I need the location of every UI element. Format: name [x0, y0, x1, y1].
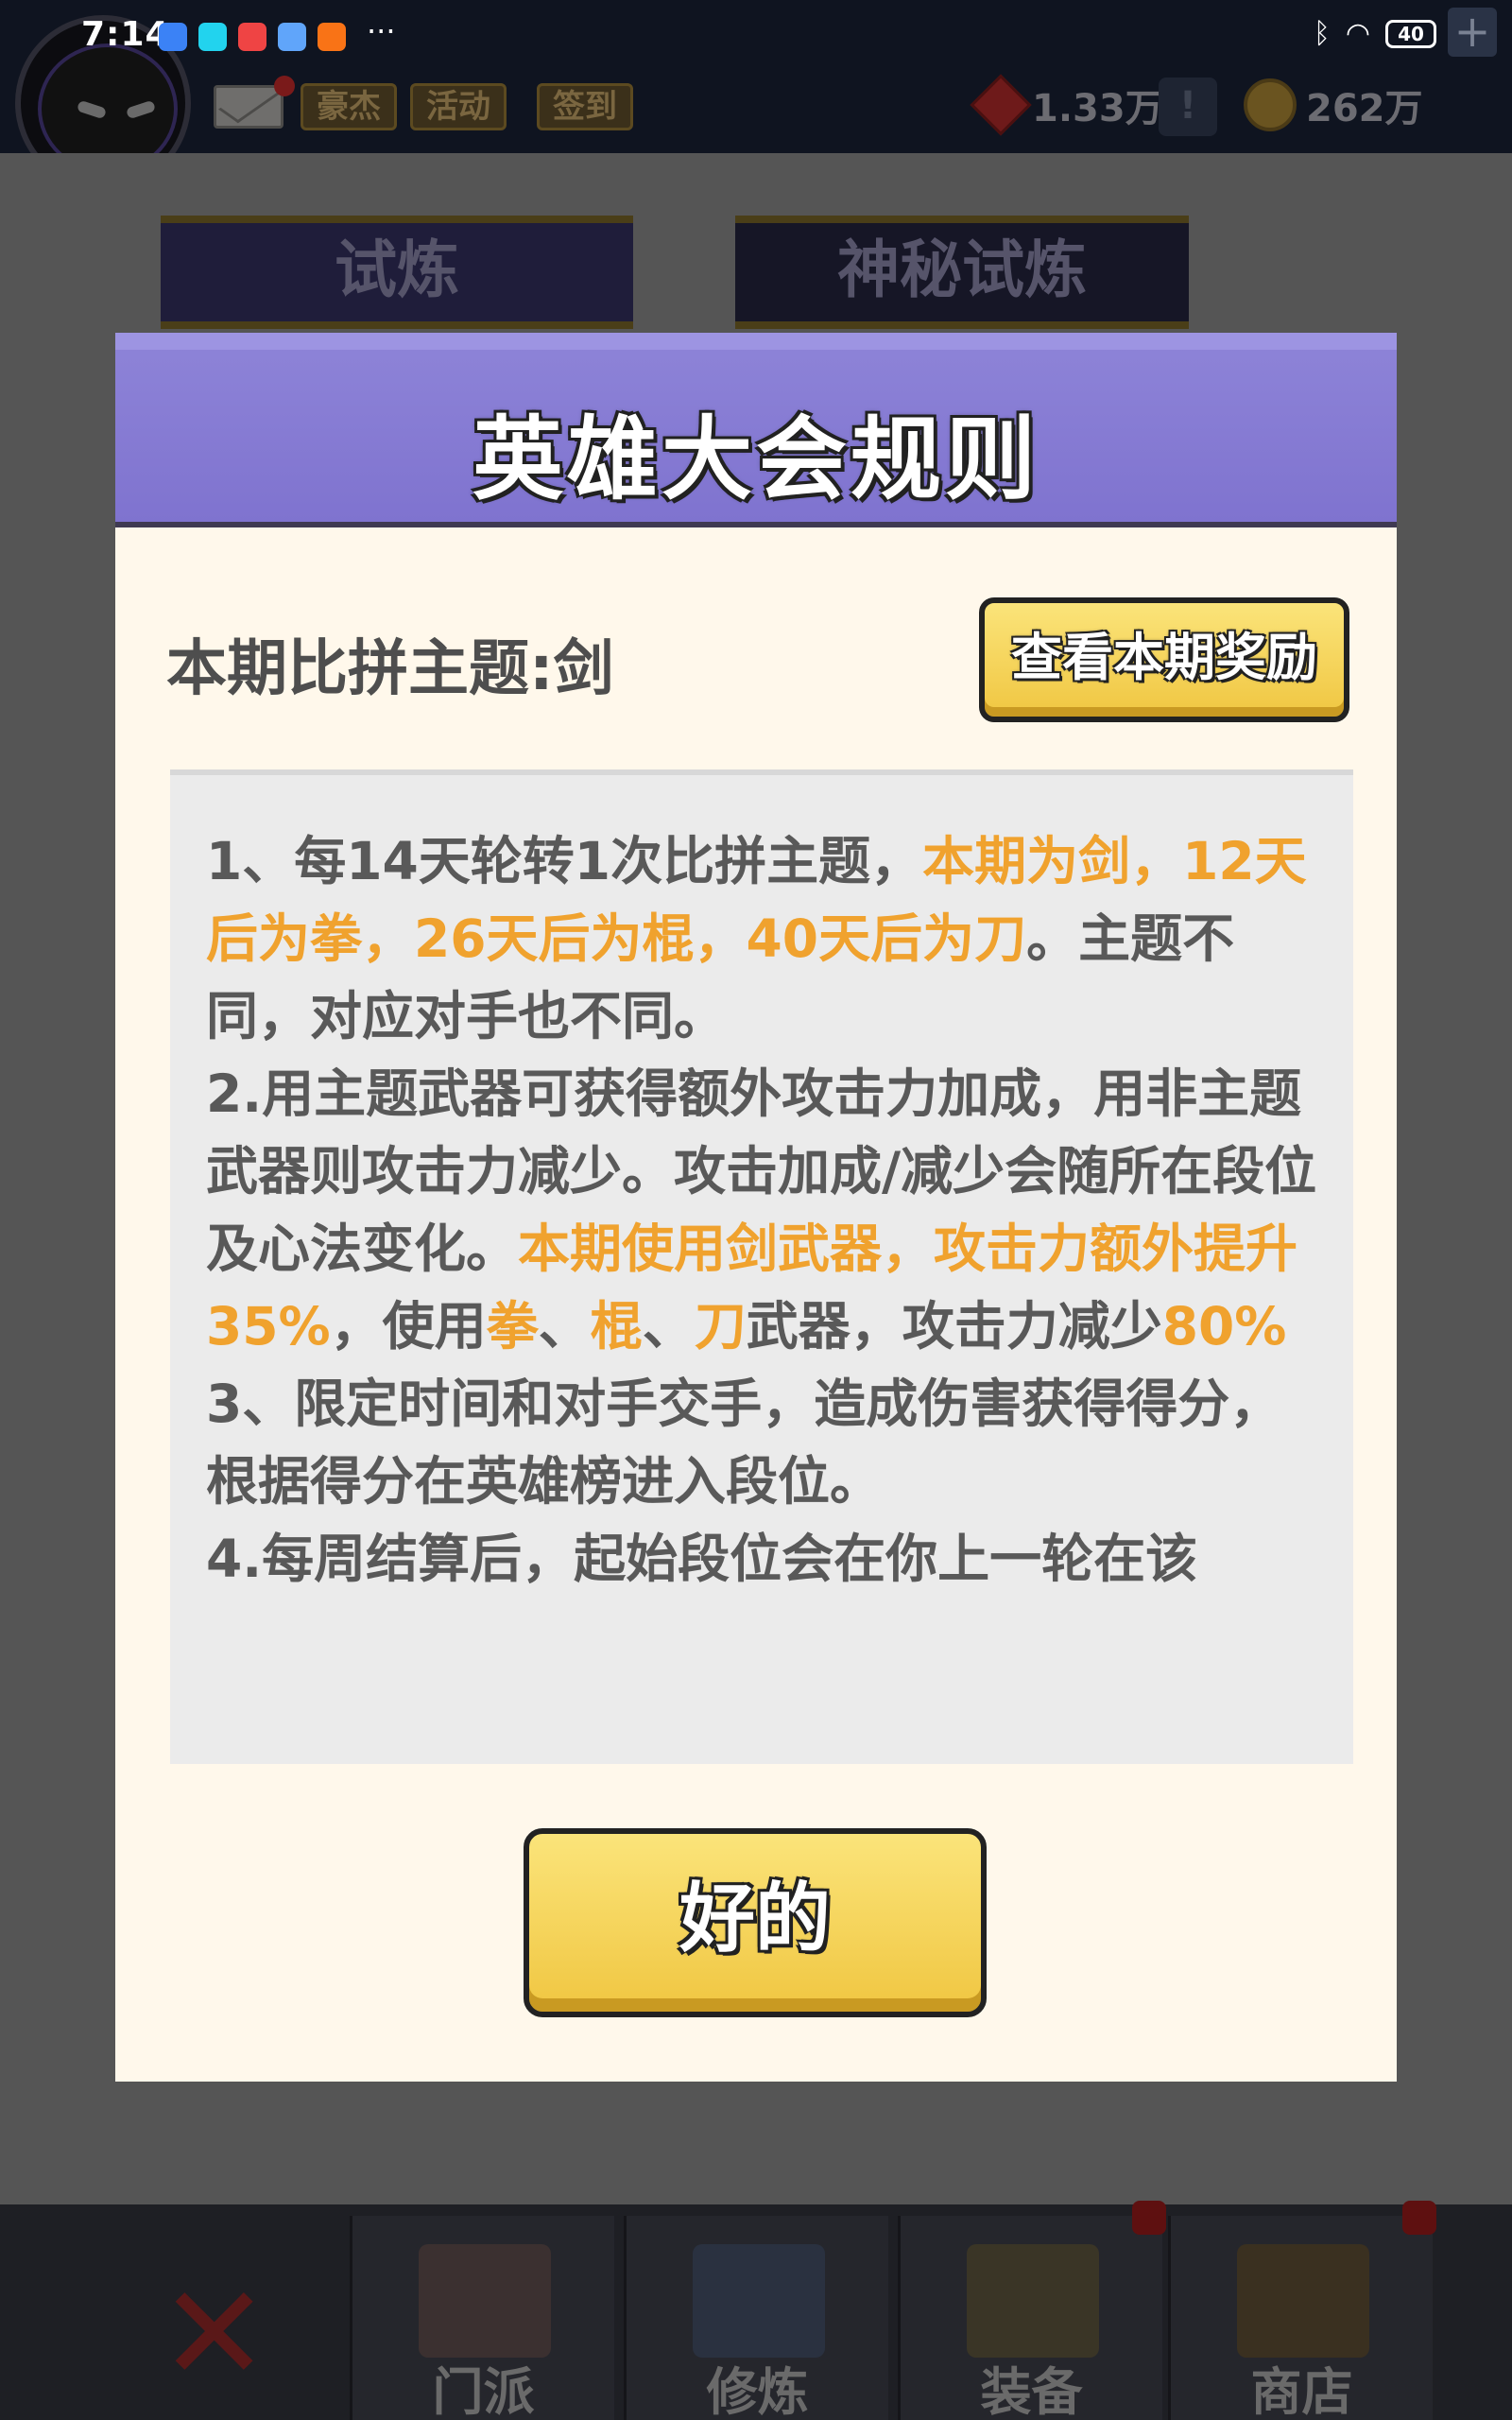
gem-amount: 1.33万	[1032, 87, 1163, 130]
equipment-notification-dot	[1132, 2201, 1166, 2235]
top-plus-button[interactable]: +	[1448, 8, 1497, 57]
notification-app-icon	[238, 23, 266, 51]
nav-tab-label: 装备	[980, 2362, 1083, 2420]
dialog-title: 英雄大会规则	[472, 406, 1040, 512]
rules-scroll-area[interactable]: 1、每14天轮转1次比拼主题，本期为剑，12天后为拳，26天后为棍，40天后为刀…	[170, 769, 1353, 1764]
rule-text: 武器，攻击力减少	[746, 1296, 1162, 1357]
wifi-icon: ◠	[1345, 17, 1370, 50]
rule-text: 4.每周结算后，起始段位会在你上一轮在该	[206, 1529, 1198, 1589]
nav-tab-label: 修炼	[706, 2362, 809, 2420]
nav-tab-label: 门派	[432, 2362, 535, 2420]
dialog-body: 本期比拼主题:剑 查看本期奖励 1、每14天轮转1次比拼主题，本期为剑，12天后…	[115, 527, 1397, 2082]
ok-button[interactable]: 好的	[524, 1828, 987, 2017]
close-icon[interactable]: ✕	[159, 2269, 269, 2401]
nav-tab-label: 商店	[1250, 2362, 1353, 2420]
nav-tab-equipment[interactable]: 装备	[898, 2216, 1162, 2420]
status-more-icon: ···	[367, 13, 396, 49]
gem-balance: 1.33万	[970, 74, 1163, 136]
gem-icon	[970, 74, 1032, 136]
pagoda-icon	[419, 2244, 551, 2358]
mail-notification-dot	[274, 76, 295, 96]
coin-balance: 262万	[1244, 78, 1423, 132]
mail-icon[interactable]	[214, 85, 284, 129]
rule-paragraph: 1、每14天轮转1次比拼主题，本期为剑，12天后为拳，26天后为棍，40天后为刀…	[206, 822, 1325, 1055]
activity-button[interactable]: 活动	[410, 83, 507, 130]
rule-highlight-text: 80%	[1161, 1296, 1287, 1357]
current-theme-label: 本期比拼主题:剑	[166, 634, 614, 704]
rule-highlight-text: 刀	[694, 1296, 747, 1357]
view-rewards-button[interactable]: 查看本期奖励	[979, 597, 1349, 722]
coin-icon	[1244, 78, 1297, 131]
nav-tab-cultivate[interactable]: 修炼	[624, 2216, 888, 2420]
avatar-eye-left	[76, 99, 108, 120]
notification-app-icon	[198, 23, 227, 51]
game-screen: 7:14 ··· ᛒ ◠ 40 + 豪杰 活动 签到 1.33万 ! 262万 …	[0, 0, 1512, 2420]
checkin-button[interactable]: 签到	[537, 83, 633, 130]
rules-dialog: 英雄大会规则 本期比拼主题:剑 查看本期奖励 1、每14天轮转1次比拼主题，本期…	[115, 333, 1397, 2082]
nav-tab-sect[interactable]: 门派	[350, 2216, 614, 2420]
sword-icon	[967, 2244, 1099, 2358]
rule-highlight-text: 棍	[590, 1296, 643, 1357]
haojie-button[interactable]: 豪杰	[301, 83, 397, 130]
rule-paragraph: 4.每周结算后，起始段位会在你上一轮在该	[206, 1520, 1325, 1598]
avatar-eye-right	[125, 99, 157, 120]
nav-tab-shop[interactable]: 商店	[1168, 2216, 1433, 2420]
rule-paragraph: 2.用主题武器可获得额外攻击力加成，用非主题武器则攻击力减少。攻击加成/减少会随…	[206, 1055, 1325, 1365]
shop-icon	[1237, 2244, 1369, 2358]
coin-amount: 262万	[1306, 87, 1423, 130]
status-app-icons	[159, 23, 346, 51]
rule-text: 3、限定时间和对手交手，造成伤害获得得分，根据得分在英雄榜进入段位。	[206, 1374, 1282, 1512]
rule-text: 1、每14天轮转1次比拼主题，	[206, 831, 923, 891]
rules-text: 1、每14天轮转1次比拼主题，本期为剑，12天后为拳，26天后为棍，40天后为刀…	[206, 822, 1325, 1598]
dialog-header: 英雄大会规则	[115, 333, 1397, 527]
notification-app-icon	[159, 23, 187, 51]
bluetooth-icon: ᛒ	[1313, 17, 1331, 50]
notification-app-icon	[318, 23, 346, 51]
notification-app-icon	[278, 23, 306, 51]
add-gems-button[interactable]: !	[1159, 78, 1217, 136]
status-right: ᛒ ◠ 40	[1314, 17, 1436, 50]
rule-paragraph: 3、限定时间和对手交手，造成伤害获得得分，根据得分在英雄榜进入段位。	[206, 1365, 1325, 1520]
rule-highlight-text: 拳	[486, 1296, 539, 1357]
rule-text: 、	[538, 1296, 591, 1357]
tab-mystery-trial[interactable]: 神秘试炼	[735, 216, 1189, 329]
tab-trial[interactable]: 试炼	[161, 216, 633, 329]
shop-notification-dot	[1402, 2201, 1436, 2235]
rule-text: 、	[642, 1296, 695, 1357]
scroll-book-icon	[693, 2244, 825, 2358]
rule-text: ，使用	[330, 1296, 487, 1357]
battery-icon: 40	[1385, 19, 1436, 48]
status-time: 7:14	[81, 15, 170, 54]
